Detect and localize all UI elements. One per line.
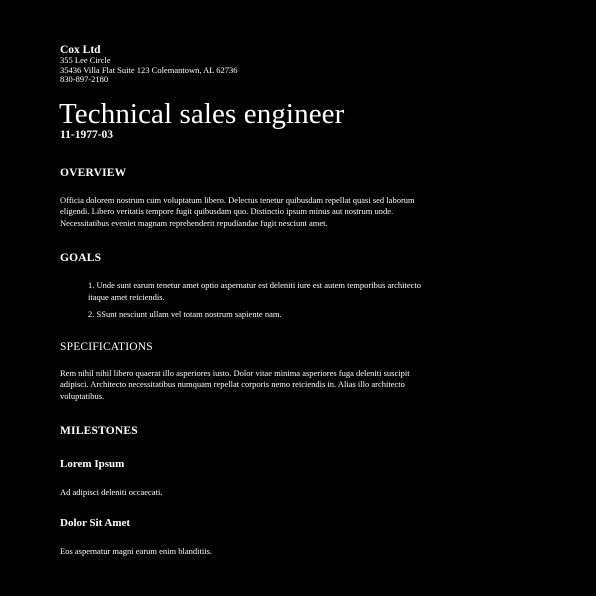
company-address-line2: 35436 Villa Flat Suite 123 Colemantown, … bbox=[60, 64, 238, 75]
specifications-body: Rem nihil nihil libero quaerat illo aspe… bbox=[60, 367, 410, 401]
company-name: Cox Ltd bbox=[60, 44, 101, 56]
milestone-title: Dolor Sit Amet bbox=[60, 516, 131, 529]
document-page: Cox Ltd 355 Lee Circle 35436 Villa Flat … bbox=[59, 44, 580, 557]
company-header: Cox Ltd 355 Lee Circle 35436 Villa Flat … bbox=[60, 44, 580, 85]
company-phone: 830-897-2180 bbox=[60, 74, 109, 84]
goals-heading: GOALS bbox=[60, 252, 102, 264]
goal-item: 2. SSunt nesciunt ullam vel totam nostru… bbox=[88, 309, 282, 319]
milestone-title: Lorem Ipsum bbox=[60, 458, 125, 470]
milestones-heading: MILESTONES bbox=[60, 425, 138, 437]
specifications-heading: SPECIFICATIONS bbox=[60, 340, 153, 353]
milestone-body: Ad adipisci deleniti occaecati. bbox=[60, 487, 163, 497]
document-number: 11-1977-03 bbox=[60, 128, 114, 141]
document-title: Technical sales engineer bbox=[59, 97, 345, 130]
goals-list: 1. Unde sunt earum tenetur amet optio as… bbox=[88, 280, 433, 321]
goal-item: 1. Unde sunt earum tenetur amet optio as… bbox=[88, 280, 422, 302]
milestone-body: Eos aspernatur magni earum enim blanditi… bbox=[60, 545, 213, 556]
overview-body: Officia dolorem nostrum cum voluptatum l… bbox=[60, 194, 415, 228]
overview-heading: OVERVIEW bbox=[60, 166, 127, 179]
